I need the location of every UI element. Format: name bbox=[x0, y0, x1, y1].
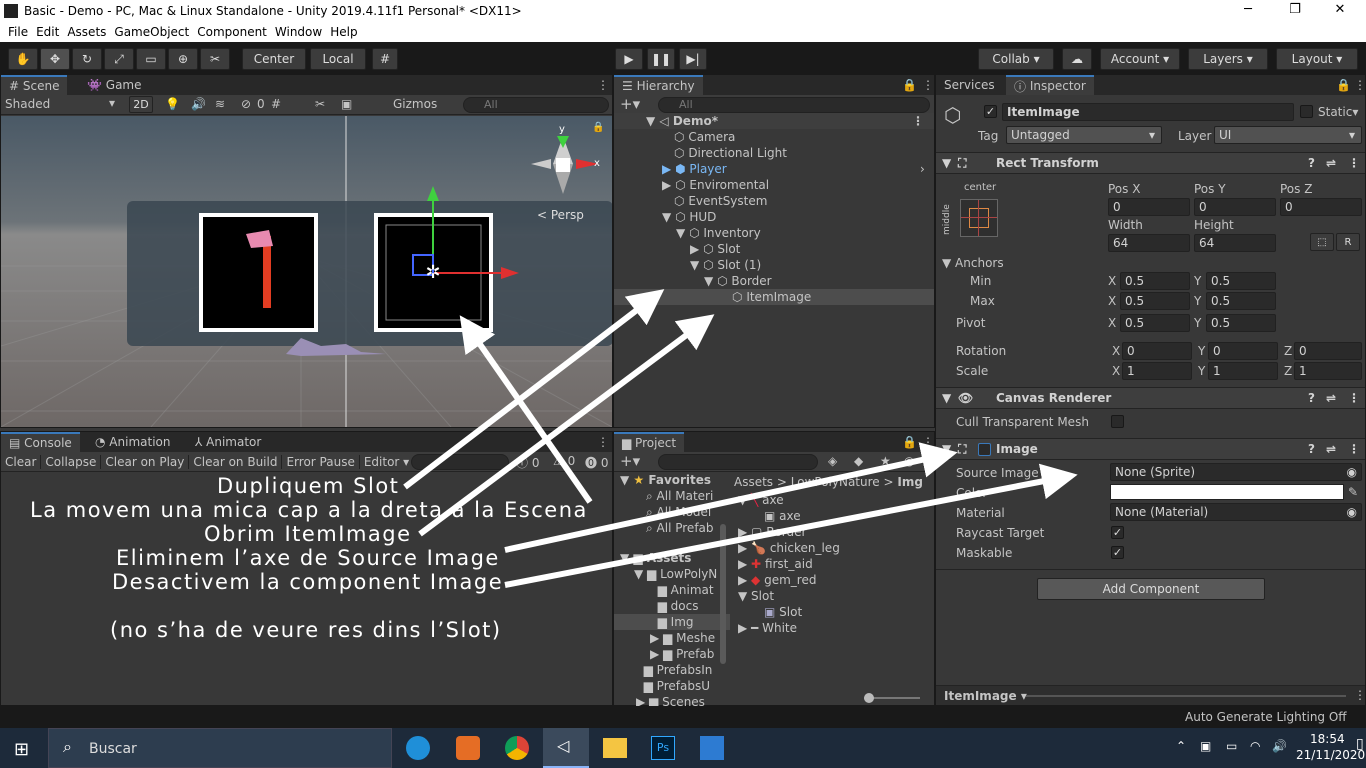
annotation-arrows bbox=[403, 289, 1078, 588]
annotation-step-2: La movem una mica cap a la dreta a la Es… bbox=[30, 498, 588, 522]
annotation-note: (no s’ha de veure res dins l’Slot) bbox=[110, 618, 502, 642]
annotation-step-3: Obrim ItemImage bbox=[204, 522, 412, 546]
annotation-step-1: Dupliquem Slot bbox=[217, 474, 400, 498]
annotation-step-4: Eliminem l’axe de Source Image bbox=[116, 546, 500, 570]
annotation-step-5: Desactivem la component Image bbox=[112, 570, 504, 594]
arrow-dupliquem bbox=[403, 289, 665, 490]
